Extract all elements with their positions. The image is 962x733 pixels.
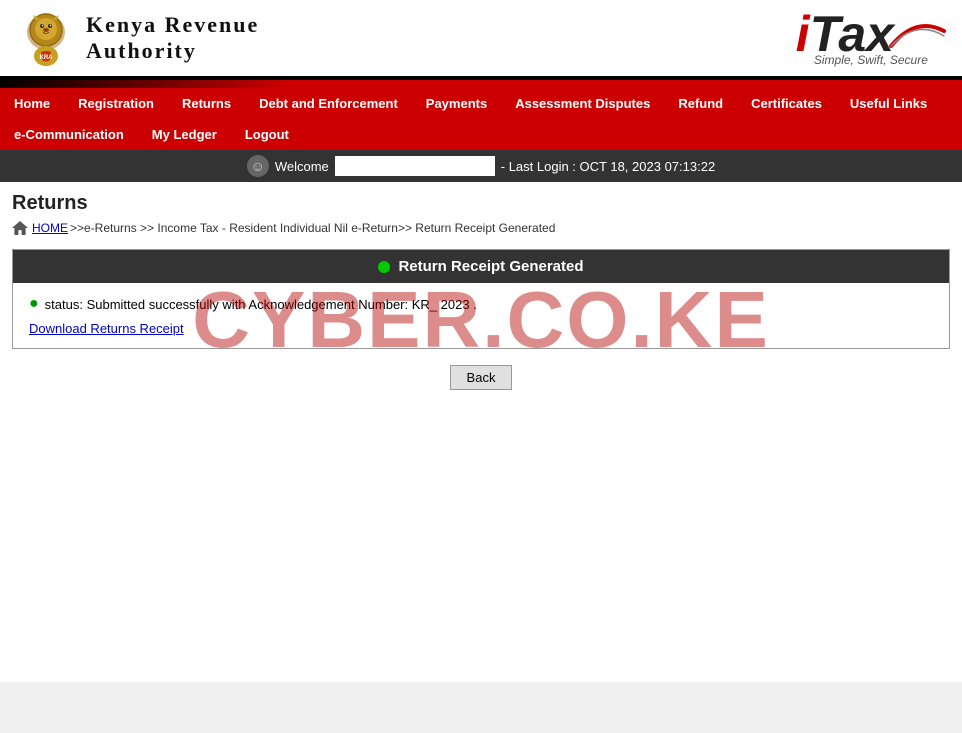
page-title: Returns: [12, 192, 950, 215]
main-content: Returns HOME >>e-Returns >> Income Tax -…: [0, 182, 962, 682]
back-button[interactable]: Back: [450, 365, 513, 390]
nav-debt-enforcement[interactable]: Debt and Enforcement: [245, 88, 412, 119]
home-icon: [12, 221, 28, 235]
receipt-box: Return Receipt Generated ● status: Submi…: [12, 249, 950, 349]
itax-tagline: Simple, Swift, Secure: [814, 53, 928, 67]
itax-tax: Tax: [810, 9, 894, 59]
welcome-label: Welcome: [275, 159, 329, 174]
header-divider: [0, 80, 962, 88]
nav-assessment-disputes[interactable]: Assessment Disputes: [501, 88, 664, 119]
itax-swoosh-icon: [886, 11, 946, 51]
receipt-success-row: ● status: Submitted successfully with Ac…: [29, 295, 933, 313]
receipt-success-text: status: Submitted successfully with Ackn…: [45, 297, 477, 312]
receipt-download-row: Download Returns Receipt: [29, 321, 933, 336]
nav-certificates[interactable]: Certificates: [737, 88, 836, 119]
nav-refund[interactable]: Refund: [664, 88, 737, 119]
svg-text:KRA: KRA: [40, 55, 54, 61]
kra-lion-icon: KRA: [16, 8, 76, 68]
nav-registration[interactable]: Registration: [64, 88, 168, 119]
kra-logo-area: KRA Kenya Revenue Authority: [16, 8, 259, 68]
welcome-bar: ☺ Welcome - Last Login : OCT 18, 2023 07…: [0, 150, 962, 182]
back-button-row: Back: [12, 365, 950, 390]
green-dot-icon: [378, 261, 390, 273]
nav-bar-row2: e-Communication My Ledger Logout: [0, 119, 962, 150]
kra-title: Kenya Revenue Authority: [86, 12, 259, 64]
nav-my-ledger[interactable]: My Ledger: [138, 119, 231, 150]
nav-logout[interactable]: Logout: [231, 119, 303, 150]
nav-ecommunication[interactable]: e-Communication: [0, 119, 138, 150]
itax-i: i: [796, 9, 810, 59]
receipt-header: Return Receipt Generated: [13, 250, 949, 283]
nav-payments[interactable]: Payments: [412, 88, 501, 119]
nav-bar: Home Registration Returns Debt and Enfor…: [0, 88, 962, 119]
nav-useful-links[interactable]: Useful Links: [836, 88, 941, 119]
breadcrumb-home[interactable]: HOME: [32, 221, 68, 235]
welcome-username-display: [335, 156, 495, 176]
breadcrumb: HOME >>e-Returns >> Income Tax - Residen…: [12, 221, 950, 235]
checkmark-icon: ●: [29, 295, 39, 313]
receipt-container: CYBER.CO.KE Return Receipt Generated ● s…: [12, 249, 950, 390]
download-receipt-link[interactable]: Download Returns Receipt: [29, 321, 184, 336]
nav-home[interactable]: Home: [0, 88, 64, 119]
nav-returns[interactable]: Returns: [168, 88, 245, 119]
page-header: KRA Kenya Revenue Authority i Tax Simple…: [0, 0, 962, 80]
breadcrumb-path: >>e-Returns >> Income Tax - Resident Ind…: [70, 221, 555, 235]
receipt-body: ● status: Submitted successfully with Ac…: [13, 283, 949, 348]
itax-logo-area: i Tax Simple, Swift, Secure: [796, 9, 946, 67]
last-login-text: - Last Login : OCT 18, 2023 07:13:22: [501, 159, 715, 174]
receipt-header-title: Return Receipt Generated: [398, 258, 583, 275]
user-icon: ☺: [247, 155, 269, 177]
